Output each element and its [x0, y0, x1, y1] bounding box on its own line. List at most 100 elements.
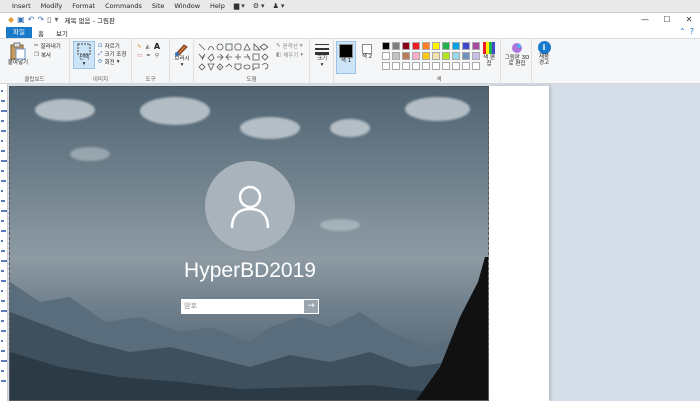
strip-mark — [1, 350, 5, 352]
empty-color-swatch[interactable] — [412, 62, 420, 70]
size-group: 크기 ▾ — [310, 39, 334, 84]
color-picker-icon[interactable]: ✒ — [146, 53, 151, 59]
menu-site[interactable]: Site — [147, 2, 169, 10]
help-icon[interactable]: ? — [690, 27, 694, 36]
color-swatch[interactable] — [402, 42, 410, 50]
layout-dropdown[interactable]: ▆ ▾ — [230, 2, 249, 10]
settings-dropdown[interactable]: ⚙ ▾ — [249, 2, 269, 10]
menu-modify[interactable]: Modify — [36, 2, 68, 10]
color1-button[interactable]: 색 1 — [336, 41, 356, 74]
rotate-button[interactable]: ⟳ 회전 ▾ — [98, 58, 120, 66]
brushes-group: 브러시 ▾ — [170, 39, 194, 84]
submit-arrow-button[interactable]: → — [303, 299, 319, 314]
strip-mark — [1, 320, 4, 322]
fill-bucket-icon[interactable]: ◭ — [146, 44, 150, 50]
paste-label: 붙여넣기 — [7, 60, 29, 66]
color-swatch[interactable] — [472, 42, 480, 50]
color-swatch[interactable] — [392, 52, 400, 60]
product-alert-button[interactable]: i 제품 경고 — [534, 41, 554, 66]
shapes-gallery[interactable] — [198, 43, 270, 73]
magnifier-icon[interactable]: ⚲ — [155, 53, 159, 59]
password-input[interactable]: 암호 — [181, 299, 303, 314]
crop-icon: ⊡ — [98, 43, 103, 49]
menu-help[interactable]: Help — [205, 2, 230, 10]
menu-format[interactable]: Format — [67, 2, 100, 10]
crop-button[interactable]: ⊡ 자르기 — [98, 42, 120, 50]
titlebar: ◆ ▣ ↶ ↷ ▯ ▾ 제목 없음 - 그림판 — ☐ ✕ — [0, 13, 700, 27]
color-swatch[interactable] — [462, 52, 470, 60]
maximize-icon[interactable]: ☐ — [656, 13, 678, 27]
tools-row-1: ✎ ◭ A — [137, 42, 160, 51]
cloud — [320, 219, 360, 231]
minimize-icon[interactable]: — — [634, 13, 656, 27]
text-icon[interactable]: A — [154, 42, 160, 51]
color-swatch[interactable] — [432, 42, 440, 50]
paint3d-button[interactable]: 그림판 3D로 편집 — [503, 41, 531, 67]
color-swatch[interactable] — [452, 52, 460, 60]
customize-icon[interactable]: ▾ — [55, 16, 59, 24]
chevron-down-icon: ▾ — [82, 61, 86, 67]
select-button[interactable]: 선택 ▾ — [73, 41, 95, 69]
empty-color-swatch[interactable] — [422, 62, 430, 70]
color-swatch[interactable] — [422, 52, 430, 60]
close-icon[interactable]: ✕ — [678, 13, 700, 27]
new-file-icon[interactable]: ▯ — [47, 16, 51, 24]
ribbon-tabs: 파일 홈 보기 ⌃ ? — [0, 27, 700, 38]
fill-button[interactable]: ◧ 채우기 ▾ — [276, 51, 303, 59]
redo-icon[interactable]: ↷ — [37, 16, 44, 24]
color-swatch[interactable] — [432, 52, 440, 60]
color-swatch[interactable] — [462, 42, 470, 50]
copy-button[interactable]: ❐ 복사 — [34, 51, 51, 59]
user-icon — [230, 185, 270, 229]
color-swatch[interactable] — [392, 42, 400, 50]
color-swatch[interactable] — [412, 52, 420, 60]
colors-group-label: 색 — [436, 77, 442, 83]
chevron-up-icon[interactable]: ⌃ — [679, 27, 686, 36]
tab-home[interactable]: 홈 — [32, 28, 50, 38]
shapes-group-label: 도형 — [246, 77, 257, 83]
color-swatch[interactable] — [452, 42, 460, 50]
menu-insert[interactable]: Insert — [0, 2, 36, 10]
eraser-icon[interactable]: ▭ — [137, 53, 142, 59]
size-button[interactable]: 크기 ▾ — [312, 42, 332, 68]
cloud — [330, 119, 370, 137]
menu-window[interactable]: Window — [169, 2, 205, 10]
empty-color-swatch[interactable] — [402, 62, 410, 70]
save-icon[interactable]: ▣ — [17, 16, 25, 24]
tab-view[interactable]: 보기 — [50, 28, 74, 38]
color-swatch[interactable] — [442, 52, 450, 60]
color-swatch[interactable] — [382, 52, 390, 60]
canvas-white-area[interactable] — [489, 86, 549, 401]
cut-button[interactable]: ✂ 잘라내기 — [34, 42, 61, 50]
color-swatch[interactable] — [402, 52, 410, 60]
empty-color-swatch[interactable] — [432, 62, 440, 70]
color2-button[interactable]: 색 2 — [359, 42, 375, 74]
strip-mark — [1, 150, 5, 152]
empty-color-swatch[interactable] — [462, 62, 470, 70]
menu-commands[interactable]: Commands — [100, 2, 147, 10]
paste-button[interactable]: 붙여넣기 — [6, 42, 30, 66]
chevron-down-icon: ▾ — [300, 52, 304, 58]
color-swatch[interactable] — [412, 42, 420, 50]
empty-color-swatch[interactable] — [392, 62, 400, 70]
edit-colors-button[interactable]: 색 편집 — [480, 41, 498, 67]
brushes-button[interactable]: 브러시 ▾ — [172, 42, 192, 68]
strip-mark — [1, 260, 7, 262]
user-dropdown[interactable]: ♟ ▾ — [269, 2, 289, 10]
empty-color-swatch[interactable] — [472, 62, 480, 70]
color-swatch[interactable] — [422, 42, 430, 50]
color-swatch[interactable] — [442, 42, 450, 50]
outline-button[interactable]: ✎ 윤곽선 ▾ — [276, 42, 303, 50]
resize-button[interactable]: ⤢ 크기 조정 — [98, 50, 126, 59]
tab-file[interactable]: 파일 — [6, 27, 32, 38]
pencil-icon[interactable]: ✎ — [137, 44, 142, 50]
color-swatch[interactable] — [472, 52, 480, 60]
strip-mark — [1, 360, 7, 362]
empty-color-swatch[interactable] — [452, 62, 460, 70]
undo-icon[interactable]: ↶ — [28, 16, 35, 24]
window-title: 제목 없음 - 그림판 — [64, 17, 115, 25]
empty-color-swatch[interactable] — [382, 62, 390, 70]
color-swatch[interactable] — [382, 42, 390, 50]
lockscreen-image[interactable]: HyperBD2019 암호 → — [9, 86, 489, 401]
empty-color-swatch[interactable] — [442, 62, 450, 70]
